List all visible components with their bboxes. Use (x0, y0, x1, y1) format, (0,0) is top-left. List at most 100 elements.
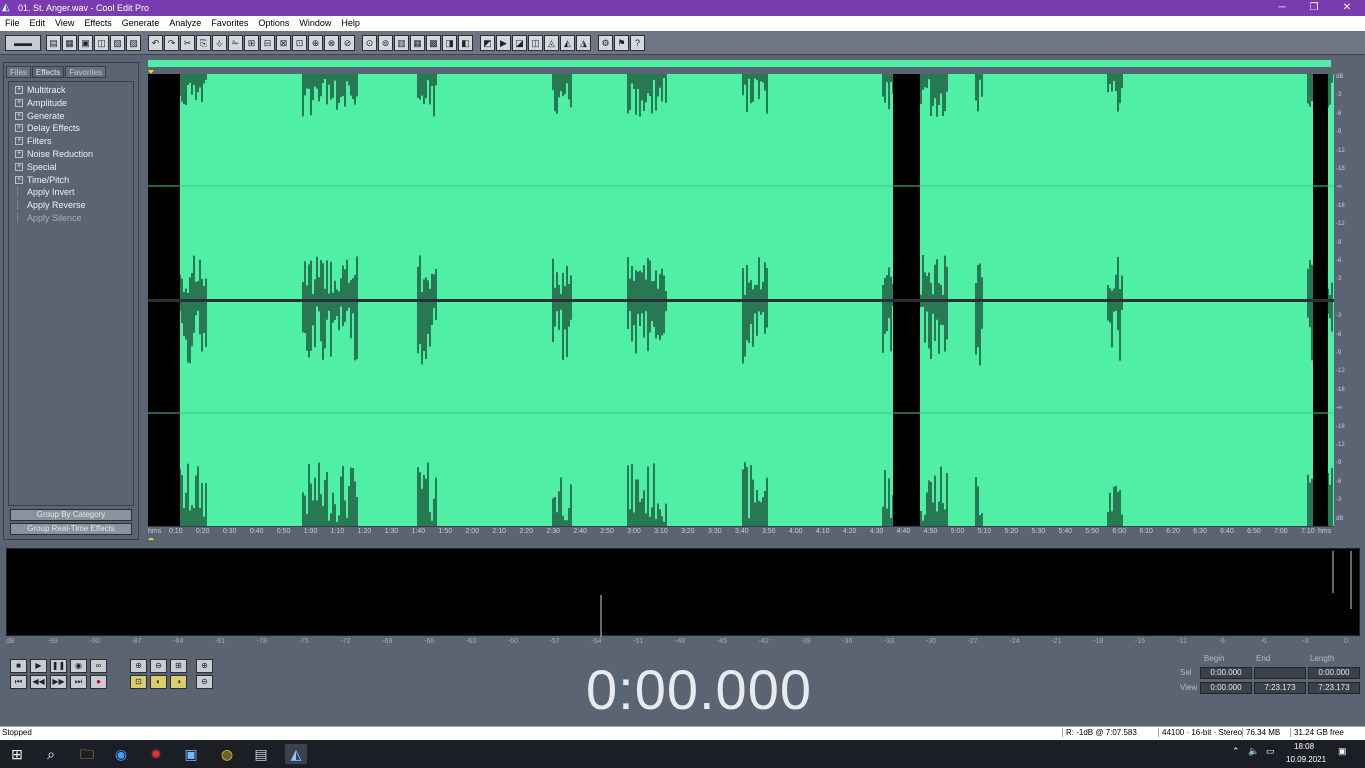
toolbar-button[interactable]: ⚙ (598, 35, 613, 51)
toolbar-button[interactable]: ◩ (480, 35, 495, 51)
toolbar-button[interactable]: ▦ (410, 35, 425, 51)
toolbar-button[interactable]: ✁ (228, 35, 243, 51)
tab-effects[interactable]: Effects (31, 66, 65, 78)
tree-item[interactable]: + Generate (15, 110, 65, 122)
toolbar-button[interactable]: ⊚ (378, 35, 393, 51)
start-button-icon[interactable]: ⊞ (6, 744, 28, 764)
sel-begin-field[interactable]: 0:00.000 (1200, 667, 1252, 679)
toolbar-button[interactable]: ◬ (544, 35, 559, 51)
zoom-full-button[interactable]: ⊞ (170, 659, 187, 673)
tree-item[interactable]: + Time/Pitch (15, 174, 69, 186)
toolbar-button[interactable]: ⎀ (212, 35, 227, 51)
zoom-selection-button[interactable]: ⊡ (130, 675, 147, 689)
toolbar-button[interactable]: ↶ (148, 35, 163, 51)
tree-item[interactable]: ┊ Apply Invert (15, 186, 75, 198)
chrome-icon[interactable]: ◍ (216, 744, 238, 764)
waveform-display[interactable] (148, 58, 1334, 542)
zoom-out-button[interactable]: ⊖ (150, 659, 167, 673)
maximize-button[interactable]: ❐ (1298, 0, 1330, 16)
fast-forward-button[interactable]: ▶▶ (50, 675, 67, 689)
view-length-field[interactable]: 7:23.173 (1308, 682, 1360, 694)
toolbar-button[interactable]: ▩ (426, 35, 441, 51)
toolbar-button[interactable]: ⊕ (308, 35, 323, 51)
tree-item[interactable]: + Noise Reduction (15, 148, 93, 160)
zoom-left-button[interactable]: ◐ (150, 675, 167, 689)
tree-item[interactable]: + Amplitude (15, 97, 67, 109)
menu-file[interactable]: File (0, 16, 25, 31)
menu-view[interactable]: View (50, 16, 79, 31)
multitrack-toggle-button[interactable]: ▬▬ (5, 35, 41, 51)
toolbar-button[interactable]: ◭ (560, 35, 575, 51)
app-icon[interactable]: ◭ (2, 2, 16, 14)
toolbar-button[interactable]: ⊟ (260, 35, 275, 51)
toolbar-button[interactable]: ▣ (78, 35, 93, 51)
close-button[interactable]: ✕ (1331, 0, 1363, 16)
menu-favorites[interactable]: Favorites (206, 16, 253, 31)
toolbar-button[interactable]: ▤ (46, 35, 61, 51)
cool-edit-icon[interactable]: ◭ (285, 744, 307, 764)
go-to-end-button[interactable]: ⏭ (70, 675, 87, 689)
stop-button[interactable]: ■ (10, 659, 27, 673)
clock-time[interactable]: 18:08 (1294, 742, 1314, 751)
toolbar-button[interactable]: ✂ (180, 35, 195, 51)
menu-edit[interactable]: Edit (25, 16, 51, 31)
notifications-icon[interactable]: ▣ (1338, 746, 1347, 757)
zoom-right-button[interactable]: ◑ (170, 675, 187, 689)
toolbar-button[interactable]: ? (630, 35, 645, 51)
tree-item[interactable]: + Multitrack (15, 84, 66, 96)
play-to-end-button[interactable]: ◉ (70, 659, 87, 673)
zoom-out-vertical-button[interactable]: ⊖ (196, 675, 213, 689)
record-button[interactable]: ● (90, 675, 107, 689)
app-red-icon[interactable]: ✹ (145, 744, 167, 764)
sel-end-field[interactable] (1254, 667, 1306, 679)
toolbar-button[interactable]: ▥ (394, 35, 409, 51)
menu-analyze[interactable]: Analyze (164, 16, 206, 31)
toolbar-button[interactable]: ▨ (126, 35, 141, 51)
toolbar-button[interactable]: ↷ (164, 35, 179, 51)
tab-favorites[interactable]: Favorites (65, 66, 107, 78)
toolbar-button[interactable]: ⊘ (340, 35, 355, 51)
menu-window[interactable]: Window (294, 16, 336, 31)
loop-button[interactable]: ∞ (90, 659, 107, 673)
minimize-button[interactable]: ─ (1266, 0, 1298, 16)
toolbar-button[interactable]: ⊗ (324, 35, 339, 51)
tree-item[interactable]: ┊ Apply Silence (15, 212, 82, 224)
toolbar-button[interactable]: ◨ (442, 35, 457, 51)
toolbar-button[interactable]: ⚑ (614, 35, 629, 51)
toolbar-button[interactable]: ⊠ (276, 35, 291, 51)
menu-help[interactable]: Help (336, 16, 365, 31)
group-realtime-button[interactable]: Group Real-Time Effects (10, 523, 132, 535)
tree-item[interactable]: ┊ Apply Reverse (15, 199, 86, 211)
time-ruler[interactable]: hms 0:10 0:20 0:30 0:40 0:50 1:00 1:10 1:20 1:30 1… (148, 526, 1334, 538)
toolbar-button[interactable]: ▶ (496, 35, 511, 51)
menu-options[interactable]: Options (253, 16, 294, 31)
tree-item[interactable]: + Special (15, 161, 57, 173)
tray-chevron-icon[interactable]: ⌃ (1232, 746, 1240, 757)
rewind-button[interactable]: ◀◀ (30, 675, 47, 689)
toolbar-button[interactable]: ⎘ (196, 35, 211, 51)
toolbar-button[interactable]: ⊡ (292, 35, 307, 51)
view-begin-field[interactable]: 0:00.000 (1200, 682, 1252, 694)
toolbar-button[interactable]: ▦ (62, 35, 77, 51)
app-window-icon[interactable]: ▤ (250, 744, 272, 764)
toolbar-button[interactable]: ◪ (512, 35, 527, 51)
go-to-start-button[interactable]: ⏮ (10, 675, 27, 689)
file-explorer-icon[interactable]: 🗀 (76, 744, 98, 764)
menu-generate[interactable]: Generate (117, 16, 165, 31)
zoom-in-button[interactable]: ⊕ (130, 659, 147, 673)
clock-date[interactable]: 10.09.2021 (1286, 755, 1326, 764)
network-icon[interactable]: ▭ (1266, 746, 1275, 757)
menu-effects[interactable]: Effects (79, 16, 116, 31)
play-button[interactable]: ▶ (30, 659, 47, 673)
sel-length-field[interactable]: 0:00.000 (1308, 667, 1360, 679)
search-icon[interactable]: ⌕ (40, 744, 62, 764)
pause-button[interactable]: ❚❚ (50, 659, 67, 673)
view-end-field[interactable]: 7:23.173 (1254, 682, 1306, 694)
mail-icon[interactable]: ▣ (180, 744, 202, 764)
group-by-category-button[interactable]: Group By Category (10, 509, 132, 521)
toolbar-button[interactable]: ◫ (528, 35, 543, 51)
toolbar-button[interactable]: ◮ (576, 35, 591, 51)
toolbar-button[interactable]: ◧ (458, 35, 473, 51)
waveform-canvas[interactable] (148, 58, 1334, 542)
toolbar-button[interactable]: ◫ (94, 35, 109, 51)
